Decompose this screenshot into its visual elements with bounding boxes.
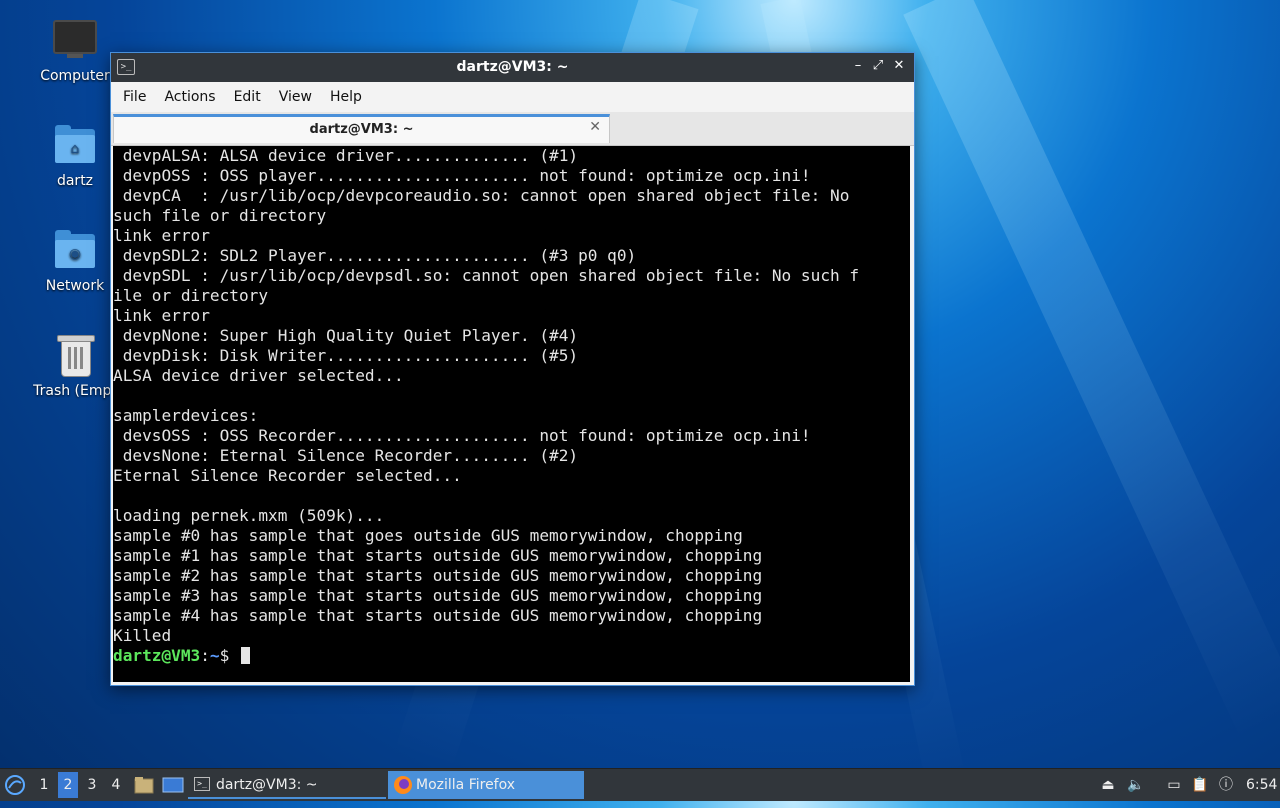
menu-help[interactable]: Help xyxy=(324,89,368,105)
task-label: Mozilla Firefox xyxy=(416,777,516,793)
tab-bar: dartz@VM3: ~ ✕ xyxy=(111,112,914,146)
terminal-line: link error xyxy=(113,226,210,245)
terminal-prompt[interactable]: dartz@VM3:~$ xyxy=(113,646,910,666)
terminal-line: devpCA : /usr/lib/ocp/devpcoreaudio.so: … xyxy=(113,186,850,205)
terminal-line: loading pernek.mxm (509k)... xyxy=(113,506,385,525)
window-titlebar[interactable]: >_ dartz@VM3: ~ – ⤢ ✕ xyxy=(111,53,914,82)
terminal-window: >_ dartz@VM3: ~ – ⤢ ✕ File Actions Edit … xyxy=(110,52,915,686)
terminal-line: devpDisk: Disk Writer...................… xyxy=(113,346,579,365)
terminal-line: ile or directory xyxy=(113,286,269,305)
maximize-button[interactable]: ⤢ xyxy=(870,58,886,74)
workspace-1[interactable]: 1 xyxy=(34,772,54,798)
menu-edit[interactable]: Edit xyxy=(228,89,267,105)
prompt-symbol: $ xyxy=(219,646,240,665)
terminal-icon: >_ xyxy=(194,777,210,791)
tab-close-icon[interactable]: ✕ xyxy=(589,119,601,135)
trash-icon xyxy=(51,331,99,379)
menu-file[interactable]: File xyxy=(117,89,152,105)
home-folder-icon: ⌂ xyxy=(51,121,99,169)
menu-view[interactable]: View xyxy=(273,89,318,105)
terminal-line: sample #2 has sample that starts outside… xyxy=(113,566,763,585)
start-menu-button[interactable] xyxy=(4,769,28,801)
task-label: dartz@VM3: ~ xyxy=(216,777,318,793)
terminal-line: samplerdevices: xyxy=(113,406,259,425)
terminal-line: Eternal Silence Recorder selected... xyxy=(113,466,462,485)
terminal-line: devsNone: Eternal Silence Recorder......… xyxy=(113,446,579,465)
terminal-line: devpALSA: ALSA device driver............… xyxy=(113,146,579,165)
light-ray xyxy=(903,0,1280,740)
menu-actions[interactable]: Actions xyxy=(158,89,221,105)
terminal-line: devpSDL : /usr/lib/ocp/devpsdl.so: canno… xyxy=(113,266,860,285)
minimize-button[interactable]: – xyxy=(850,58,866,74)
window-title: dartz@VM3: ~ xyxy=(456,59,569,75)
tab-terminal[interactable]: dartz@VM3: ~ ✕ xyxy=(113,114,610,143)
show-desktop-button[interactable] xyxy=(162,769,184,801)
workspace-4[interactable]: 4 xyxy=(106,772,126,798)
close-button[interactable]: ✕ xyxy=(891,58,907,74)
terminal-line: ALSA device driver selected... xyxy=(113,366,404,385)
file-manager-icon xyxy=(134,777,154,794)
computer-icon xyxy=(51,16,99,64)
terminal-line: devpNone: Super High Quality Quiet Playe… xyxy=(113,326,579,345)
text-cursor xyxy=(241,647,251,664)
terminal-line: such file or directory xyxy=(113,206,327,225)
terminal-line: sample #0 has sample that goes outside G… xyxy=(113,526,743,545)
clock[interactable]: 6:54 xyxy=(1246,769,1277,801)
terminal-output[interactable]: devpALSA: ALSA device driver............… xyxy=(113,146,910,682)
volume-icon[interactable]: 🔈 xyxy=(1126,775,1146,795)
taskbar-task-firefox[interactable]: Mozilla Firefox xyxy=(388,771,584,799)
terminal-line: sample #4 has sample that starts outside… xyxy=(113,606,763,625)
eject-icon[interactable]: ⏏ xyxy=(1098,775,1118,795)
terminal-line: link error xyxy=(113,306,210,325)
network-status-icon[interactable]: ▭ xyxy=(1164,775,1184,795)
taskbar-task-terminal[interactable]: >_ dartz@VM3: ~ xyxy=(188,771,386,799)
desktop-icon xyxy=(162,777,184,793)
terminal-line: devpOSS : OSS player....................… xyxy=(113,166,811,185)
prompt-path: ~ xyxy=(209,646,220,665)
terminal-line: devsOSS : OSS Recorder..................… xyxy=(113,426,811,445)
file-manager-launcher[interactable] xyxy=(134,769,154,801)
clipboard-icon[interactable]: 📋 xyxy=(1190,775,1210,795)
firefox-icon xyxy=(394,776,412,794)
prompt-separator: : xyxy=(200,646,210,665)
workspace-3[interactable]: 3 xyxy=(82,772,102,798)
menubar: File Actions Edit View Help xyxy=(111,82,914,112)
taskbar: 1 2 3 4 >_ dartz@VM3: ~ Mozilla Firefox … xyxy=(0,768,1280,801)
tab-label: dartz@VM3: ~ xyxy=(309,122,414,137)
terminal-line: sample #1 has sample that starts outside… xyxy=(113,546,763,565)
terminal-line: sample #3 has sample that starts outside… xyxy=(113,586,763,605)
terminal-line: devpSDL2: SDL2 Player...................… xyxy=(113,246,637,265)
update-notification-icon[interactable]: ⓘ xyxy=(1216,775,1236,795)
prompt-user: dartz@VM3 xyxy=(113,646,201,665)
lubuntu-logo-icon xyxy=(5,775,25,795)
network-folder-icon: ◉ xyxy=(51,226,99,274)
workspace-2[interactable]: 2 xyxy=(58,772,78,798)
terminal-line: Killed xyxy=(113,626,172,645)
